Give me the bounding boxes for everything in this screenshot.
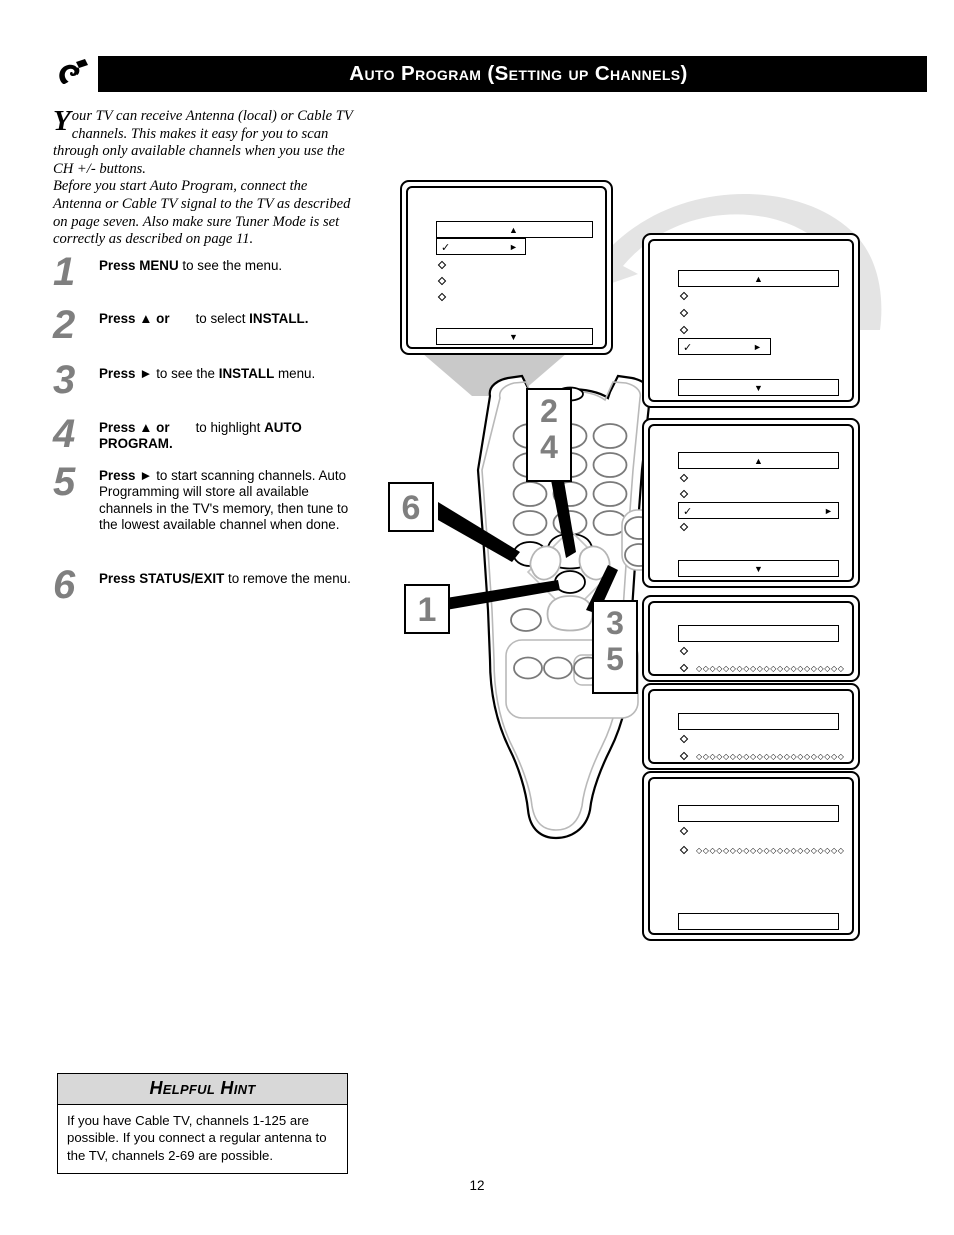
callout-4-label: 4: [540, 429, 558, 465]
step-2-press-label: Press ▲ or: [99, 311, 170, 326]
page-title: Auto Program (Setting up Channels): [349, 62, 688, 85]
step-list: 1 Press MENU to see the menu. 2 Press ▲ …: [53, 252, 363, 621]
callout-3-label: 3: [606, 605, 624, 641]
step-5: 5 Press ► to start scanning channels. Au…: [53, 462, 363, 571]
step-6-rest: to remove the menu.: [224, 571, 351, 586]
helpful-hint-heading: Helpful Hint: [58, 1074, 347, 1105]
step-4-text: Press ▲ or to highlight AUTO PROGRAM.: [99, 420, 363, 453]
illustration-area: ▲ ✓ ► ▼ ▲ ✓ ► ▼ ▲ ✓ ► ▼ ◇◇◇◇◇◇◇◇◇◇◇◇◇◇◇◇…: [380, 170, 882, 970]
step-5-press-label: Press ►: [99, 468, 153, 483]
intro-text: Your TV can receive Antenna (local) or C…: [53, 105, 353, 249]
step-2-key: INSTALL.: [249, 311, 309, 326]
step-3-key: INSTALL: [218, 366, 275, 381]
callout-box-3-5: 3 5: [592, 600, 638, 694]
callout-box-2-4: 2 4: [526, 388, 572, 482]
callout-5-label: 5: [606, 641, 624, 677]
step-6-key: STATUS/EXIT: [139, 571, 225, 586]
step-4-rest: .: [168, 436, 173, 452]
step-4-press-label: Press ▲ or: [99, 420, 170, 435]
step-3-press-label: Press ►: [99, 366, 153, 381]
step-1-key: MENU: [139, 258, 179, 273]
step-4-mid: to highlight: [195, 420, 265, 435]
step-1-rest: to see the menu.: [178, 258, 283, 273]
step-2-mid: to select: [195, 311, 250, 326]
page-number: 12: [469, 1178, 485, 1193]
callout-1-label: 1: [417, 591, 437, 629]
step-6-press-label: Press: [99, 571, 140, 586]
step-3: 3 Press ► to see the INSTALL menu.: [53, 360, 363, 420]
callout-2-label: 2: [540, 393, 558, 429]
step-5-text: Press ► to start scanning channels. Auto…: [99, 468, 363, 534]
step-1-text: Press MENU to see the menu.: [99, 258, 363, 274]
helpful-hint-body: If you have Cable TV, channels 1-125 are…: [67, 1113, 327, 1163]
helpful-hint-box: Helpful Hint If you have Cable TV, chann…: [57, 1073, 348, 1175]
step-2: 2 Press ▲ or to select INSTALL.: [53, 305, 363, 366]
step-6: 6 Press STATUS/EXIT to remove the menu.: [53, 565, 363, 621]
intro-dropcap: Y: [53, 105, 71, 137]
step-3-rest: menu.: [274, 366, 316, 381]
step-4-number: 4: [53, 412, 75, 456]
step-1: 1 Press MENU to see the menu.: [53, 252, 363, 311]
callout-leader-lines: [438, 398, 618, 614]
callout-6-label: 6: [401, 489, 421, 527]
step-5-number: 5: [53, 460, 75, 504]
step-4: 4 Press ▲ or to highlight AUTO PROGRAM.: [53, 414, 363, 468]
step-2-text: Press ▲ or to select INSTALL.: [99, 311, 363, 327]
step-1-number: 1: [53, 250, 75, 294]
intro-paragraph-1: Your TV can receive Antenna (local) or C…: [53, 105, 353, 178]
callout-box-1: 1: [404, 584, 450, 634]
step-3-number: 3: [53, 358, 75, 402]
intro-paragraph-2: Before you start Auto Program, connect t…: [53, 178, 351, 248]
step-6-number: 6: [53, 563, 75, 607]
step-6-text: Press STATUS/EXIT to remove the menu.: [99, 571, 363, 587]
philips-swoosh-logo-icon: [52, 56, 98, 92]
intro-paragraph-1-text: our TV can receive Antenna (local) or Ca…: [53, 108, 353, 177]
step-1-press-label: Press: [99, 258, 140, 273]
callout-box-6: 6: [388, 482, 434, 532]
step-3-mid: to see the: [152, 366, 219, 381]
step-3-text: Press ► to see the INSTALL menu.: [99, 366, 363, 382]
step-2-number: 2: [53, 303, 75, 347]
